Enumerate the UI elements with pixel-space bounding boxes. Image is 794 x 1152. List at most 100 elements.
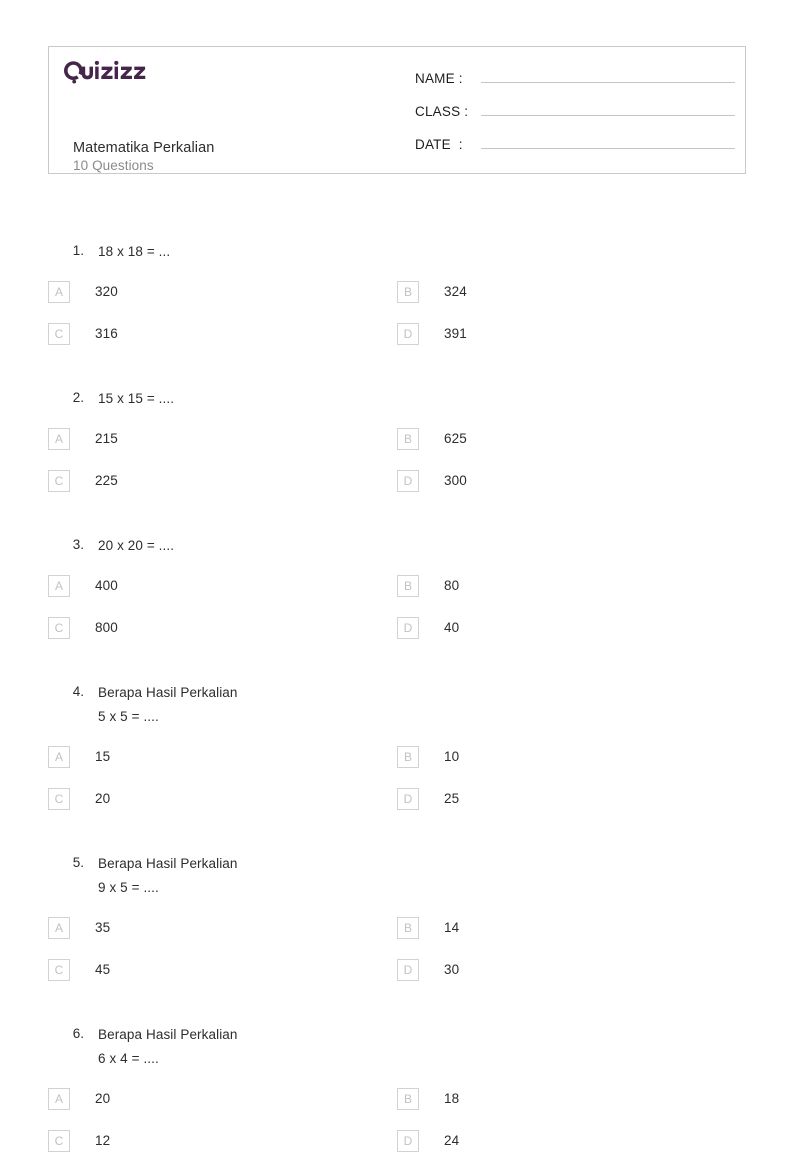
name-field-label: NAME : (415, 71, 463, 86)
option-letter: D (397, 470, 419, 492)
option-text: 20 (95, 1091, 111, 1106)
option-text: 14 (444, 920, 460, 935)
date-field-label: DATE : (415, 137, 463, 152)
option-grid: A 15 B 10 C 20 D 25 (0, 746, 794, 810)
student-info-fields: NAME : CLASS : DATE : (415, 67, 735, 166)
option-letter: B (397, 281, 419, 303)
date-field-input[interactable] (481, 133, 735, 149)
option-d[interactable]: D 24 (397, 1130, 746, 1152)
option-c[interactable]: C 45 (48, 959, 397, 981)
option-text: 80 (444, 578, 460, 593)
option-text: 316 (95, 326, 118, 341)
option-text: 391 (444, 326, 467, 341)
option-letter: A (48, 917, 70, 939)
date-field-row: DATE : (415, 133, 735, 166)
option-c[interactable]: C 800 (48, 617, 397, 639)
option-c[interactable]: C 225 (48, 470, 397, 492)
option-grid: A 400 B 80 C 800 D 40 (0, 575, 794, 639)
option-letter: A (48, 1088, 70, 1110)
option-letter: A (48, 281, 70, 303)
question-list: 1. 18 x 18 = ... A 320 B 324 C 316 D 391 (0, 240, 794, 1152)
option-text: 320 (95, 284, 118, 299)
option-letter: A (48, 428, 70, 450)
name-field-input[interactable] (481, 67, 735, 83)
question-block: 6. Berapa Hasil Perkalian 6 x 4 = .... A… (0, 1023, 794, 1152)
option-letter: D (397, 788, 419, 810)
option-grid: A 320 B 324 C 316 D 391 (0, 281, 794, 345)
header-branding: Matematika Perkalian 10 Questions (61, 59, 391, 173)
name-field-row: NAME : (415, 67, 735, 100)
option-c[interactable]: C 12 (48, 1130, 397, 1152)
question-number: 6. (72, 1026, 84, 1041)
question-text: Berapa Hasil Perkalian 6 x 4 = .... (98, 1027, 238, 1066)
option-b[interactable]: B 80 (397, 575, 746, 597)
option-text: 35 (95, 920, 111, 935)
class-field-row: CLASS : (415, 100, 735, 133)
question-block: 4. Berapa Hasil Perkalian 5 x 5 = .... A… (0, 681, 794, 810)
class-field-input[interactable] (481, 100, 735, 116)
option-letter: C (48, 1130, 70, 1152)
option-letter: B (397, 428, 419, 450)
option-d[interactable]: D 25 (397, 788, 746, 810)
question-number: 3. (72, 537, 84, 552)
option-grid: A 20 B 18 C 12 D 24 (0, 1088, 794, 1152)
question-block: 2. 15 x 15 = .... A 215 B 625 C 225 D 30… (0, 387, 794, 492)
option-b[interactable]: B 10 (397, 746, 746, 768)
question-text: 15 x 15 = .... (98, 391, 175, 406)
question-heading: 3. 20 x 20 = .... (0, 534, 794, 558)
option-text: 40 (444, 620, 460, 635)
class-field-label: CLASS : (415, 104, 469, 119)
option-a[interactable]: A 35 (48, 917, 397, 939)
option-grid: A 35 B 14 C 45 D 30 (0, 917, 794, 981)
question-block: 1. 18 x 18 = ... A 320 B 324 C 316 D 391 (0, 240, 794, 345)
option-a[interactable]: A 215 (48, 428, 397, 450)
option-d[interactable]: D 40 (397, 617, 746, 639)
option-text: 12 (95, 1133, 111, 1148)
question-heading: 1. 18 x 18 = ... (0, 240, 794, 264)
option-letter: B (397, 917, 419, 939)
option-a[interactable]: A 400 (48, 575, 397, 597)
option-text: 10 (444, 749, 460, 764)
option-text: 20 (95, 791, 111, 806)
question-text: 20 x 20 = .... (98, 538, 175, 553)
question-number: 2. (72, 390, 84, 405)
option-text: 300 (444, 473, 467, 488)
option-a[interactable]: A 15 (48, 746, 397, 768)
option-text: 324 (444, 284, 467, 299)
question-text: Berapa Hasil Perkalian 9 x 5 = .... (98, 856, 238, 895)
option-text: 625 (444, 431, 467, 446)
option-letter: D (397, 1130, 419, 1152)
question-heading: 6. Berapa Hasil Perkalian 6 x 4 = .... (0, 1023, 794, 1071)
option-letter: C (48, 470, 70, 492)
option-b[interactable]: B 625 (397, 428, 746, 450)
option-b[interactable]: B 14 (397, 917, 746, 939)
question-heading: 2. 15 x 15 = .... (0, 387, 794, 411)
option-letter: D (397, 323, 419, 345)
option-b[interactable]: B 18 (397, 1088, 746, 1110)
question-number: 5. (72, 855, 84, 870)
option-a[interactable]: A 320 (48, 281, 397, 303)
option-letter: A (48, 746, 70, 768)
option-text: 24 (444, 1133, 460, 1148)
question-text: 18 x 18 = ... (98, 244, 171, 259)
option-text: 45 (95, 962, 111, 977)
option-d[interactable]: D 30 (397, 959, 746, 981)
option-c[interactable]: C 316 (48, 323, 397, 345)
option-c[interactable]: C 20 (48, 788, 397, 810)
question-number: 4. (72, 684, 84, 699)
option-d[interactable]: D 391 (397, 323, 746, 345)
option-b[interactable]: B 324 (397, 281, 746, 303)
option-text: 30 (444, 962, 460, 977)
worksheet-title: Matematika Perkalian (73, 140, 215, 156)
option-d[interactable]: D 300 (397, 470, 746, 492)
option-a[interactable]: A 20 (48, 1088, 397, 1110)
option-letter: C (48, 323, 70, 345)
question-count-label: 10 Questions (73, 158, 154, 173)
option-grid: A 215 B 625 C 225 D 300 (0, 428, 794, 492)
question-block: 5. Berapa Hasil Perkalian 9 x 5 = .... A… (0, 852, 794, 981)
option-text: 225 (95, 473, 118, 488)
option-text: 400 (95, 578, 118, 593)
option-text: 18 (444, 1091, 460, 1106)
